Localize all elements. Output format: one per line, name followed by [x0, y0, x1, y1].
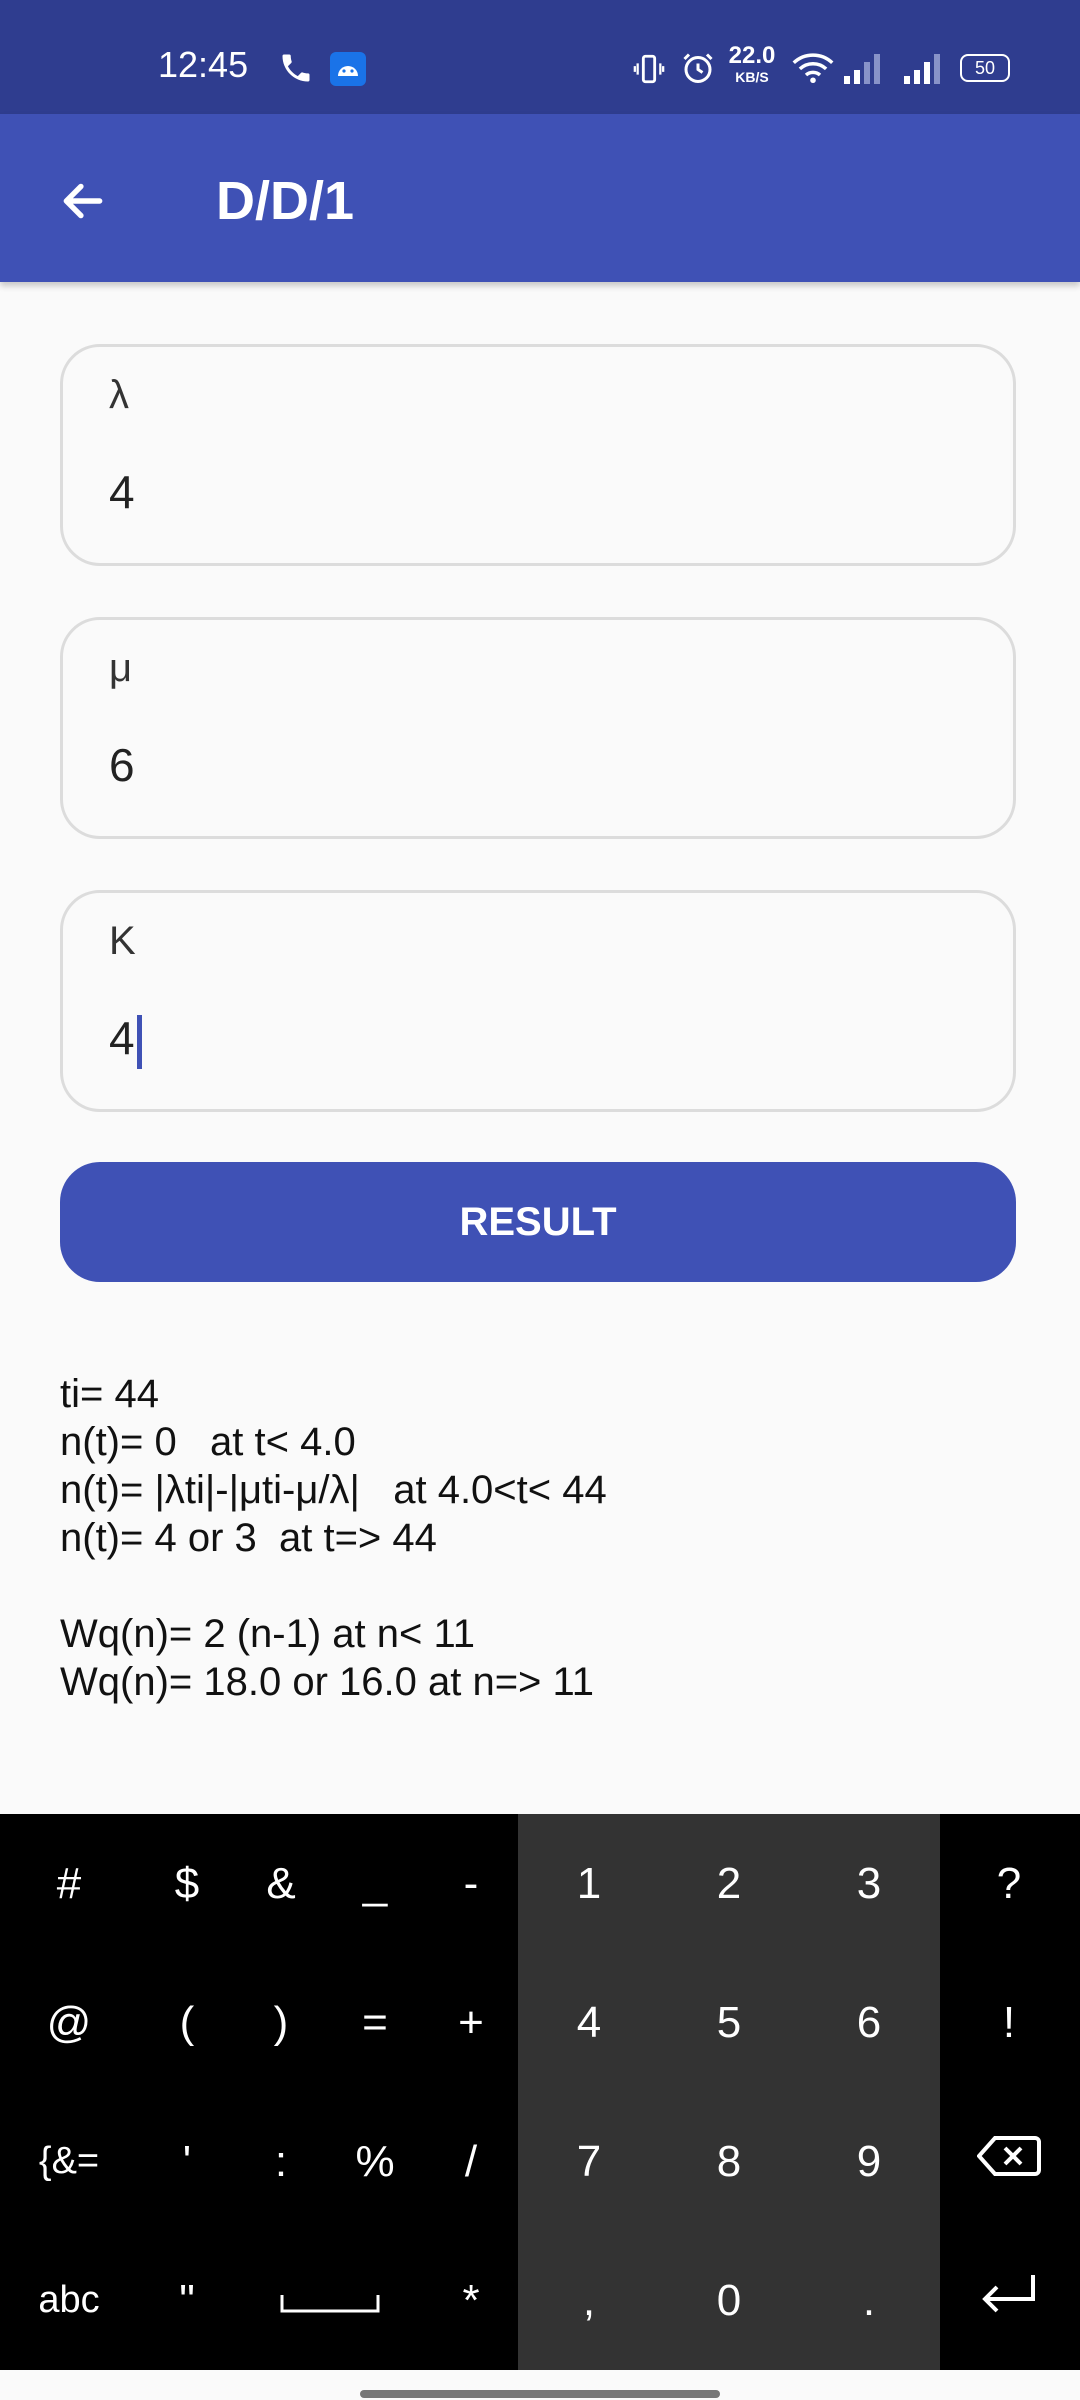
key-asterisk[interactable]: *	[426, 2231, 516, 2370]
key-5[interactable]: 5	[684, 1953, 774, 2092]
status-bar: 12:45 22.0 KB/S 50	[0, 0, 1080, 114]
k-label: K	[109, 919, 136, 963]
backspace-key[interactable]	[964, 2092, 1054, 2231]
key-3[interactable]: 3	[824, 1814, 914, 1953]
status-time: 12:45	[158, 44, 249, 85]
key-colon[interactable]: :	[236, 2092, 326, 2231]
output-line: ti= 44	[60, 1372, 159, 1416]
soft-keyboard: # $ & _ - 1 2 3 ? @ ( ) = + 4 5 6 ! {&= …	[0, 1814, 1080, 2370]
k-value-wrap[interactable]: 4	[109, 1011, 142, 1069]
key-symbols-toggle[interactable]: {&=	[24, 2092, 114, 2231]
key-exclamation[interactable]: !	[964, 1953, 1054, 2092]
key-open-paren[interactable]: (	[142, 1953, 232, 2092]
key-percent[interactable]: %	[330, 2092, 420, 2231]
key-2[interactable]: 2	[684, 1814, 774, 1953]
key-hash[interactable]: #	[24, 1814, 114, 1953]
key-close-paren[interactable]: )	[236, 1953, 326, 2092]
key-slash[interactable]: /	[426, 2092, 516, 2231]
phone-call-icon	[278, 50, 314, 91]
key-equals[interactable]: =	[330, 1953, 420, 2092]
text-cursor	[136, 1014, 142, 1069]
back-arrow-icon[interactable]	[56, 176, 110, 231]
home-indicator[interactable]	[360, 2390, 720, 2398]
page-title: D/D/1	[216, 171, 355, 231]
result-button[interactable]: RESULT	[60, 1162, 1016, 1282]
network-speed-unit: KB/S	[735, 69, 769, 85]
signal-strength-icon-2	[902, 50, 946, 91]
key-0[interactable]: 0	[684, 2231, 774, 2370]
k-value[interactable]: 4	[109, 1012, 135, 1064]
key-4[interactable]: 4	[544, 1953, 634, 2092]
network-speed-value: 22.0	[728, 42, 776, 69]
lambda-value[interactable]: 4	[109, 465, 135, 519]
key-plus[interactable]: +	[426, 1953, 516, 2092]
enter-icon	[977, 2270, 1041, 2331]
key-6[interactable]: 6	[824, 1953, 914, 2092]
mu-label: μ	[109, 646, 133, 690]
network-speed: 22.0 KB/S	[726, 42, 778, 85]
wifi-icon	[792, 50, 834, 91]
space-key[interactable]	[270, 2231, 390, 2370]
enter-key[interactable]	[964, 2231, 1054, 2370]
mu-field[interactable]: μ 6	[60, 617, 1016, 839]
key-7[interactable]: 7	[544, 2092, 634, 2231]
lambda-label: λ	[109, 373, 129, 417]
space-bar-icon	[280, 2276, 380, 2326]
k-field[interactable]: K 4	[60, 890, 1016, 1112]
lambda-field[interactable]: λ 4	[60, 344, 1016, 566]
android-notification-icon	[330, 52, 366, 86]
alarm-icon	[680, 50, 716, 91]
output-line: Wq(n)= 18.0 or 16.0 at n=> 11	[60, 1660, 595, 1704]
app-bar: D/D/1	[0, 114, 1080, 282]
key-1[interactable]: 1	[544, 1814, 634, 1953]
mu-value[interactable]: 6	[109, 738, 135, 792]
key-9[interactable]: 9	[824, 2092, 914, 2231]
key-8[interactable]: 8	[684, 2092, 774, 2231]
key-dollar[interactable]: $	[142, 1814, 232, 1953]
key-double-quote[interactable]: "	[142, 2231, 232, 2370]
key-apostrophe[interactable]: '	[142, 2092, 232, 2231]
key-question[interactable]: ?	[964, 1814, 1054, 1953]
output-line: n(t)= 0 at t< 4.0	[60, 1420, 356, 1464]
battery-indicator: 50	[960, 54, 1010, 82]
vibrate-icon	[632, 52, 666, 91]
result-output: ti= 44 n(t)= 0 at t< 4.0 n(t)= |λti|-|μt…	[60, 1370, 607, 1706]
key-minus[interactable]: -	[426, 1814, 516, 1953]
signal-strength-icon	[842, 50, 886, 91]
key-ampersand[interactable]: &	[236, 1814, 326, 1953]
key-at[interactable]: @	[24, 1953, 114, 2092]
key-period[interactable]: .	[824, 2231, 914, 2370]
output-line: Wq(n)= 2 (n-1) at n< 11	[60, 1612, 475, 1656]
key-underscore[interactable]: _	[330, 1814, 420, 1953]
key-abc[interactable]: abc	[24, 2231, 114, 2370]
output-line: n(t)= 4 or 3 at t=> 44	[60, 1516, 437, 1560]
backspace-icon	[976, 2133, 1041, 2190]
key-comma[interactable]: ,	[544, 2231, 634, 2370]
output-line: n(t)= |λti|-|μti-μ/λ| at 4.0<t< 44	[60, 1468, 607, 1512]
